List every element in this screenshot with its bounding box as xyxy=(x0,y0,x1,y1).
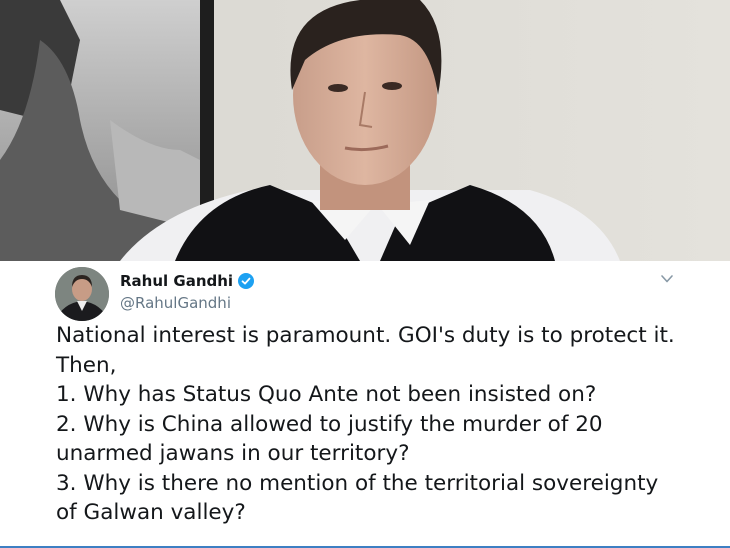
tweet-line: 1. Why has Status Quo Ante not been insi… xyxy=(56,382,597,407)
avatar[interactable] xyxy=(55,267,109,321)
tweet-line: 3. Why is there no mention of the territ… xyxy=(56,470,659,496)
video-still-photo xyxy=(0,0,730,261)
tweet-text: National interest is paramount. GOI's du… xyxy=(56,321,716,528)
author-row: Rahul Gandhi xyxy=(120,272,255,290)
tweet-line: of Galwan valley? xyxy=(56,500,246,525)
tweet-line: unarmed jawans in our territory? xyxy=(56,441,410,466)
chevron-down-icon[interactable] xyxy=(659,271,675,287)
tweet-line: Then, xyxy=(56,352,117,378)
tweet-line: National interest is paramount. GOI's du… xyxy=(56,323,675,348)
verified-badge-icon xyxy=(238,273,255,289)
tweet-card: Rahul Gandhi @RahulGandhi National inter… xyxy=(0,261,730,548)
author-handle[interactable]: @RahulGandhi xyxy=(120,294,231,312)
author-name[interactable]: Rahul Gandhi xyxy=(120,272,233,290)
tweet-line: 2. Why is China allowed to justify the m… xyxy=(56,411,603,437)
